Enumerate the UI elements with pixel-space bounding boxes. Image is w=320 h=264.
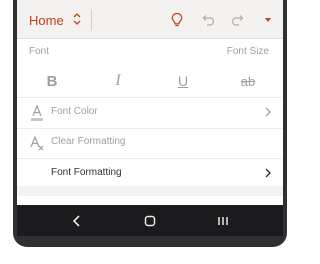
chevron-right-icon bbox=[263, 105, 273, 119]
ribbon-divider bbox=[91, 9, 92, 31]
strikethrough-glyph: ab bbox=[240, 73, 256, 89]
ribbon-tab-label: Home bbox=[29, 12, 64, 28]
font-formatting-label: Font Formatting bbox=[51, 167, 122, 178]
recent-apps-icon[interactable] bbox=[213, 211, 233, 231]
underline-button[interactable]: U bbox=[171, 70, 195, 92]
clear-formatting-icon bbox=[29, 134, 47, 157]
italic-button[interactable]: I bbox=[106, 70, 130, 92]
font-size-label[interactable]: Font Size bbox=[227, 46, 269, 57]
italic-glyph: I bbox=[115, 72, 121, 89]
clear-formatting-row[interactable]: Clear Formatting bbox=[17, 128, 283, 159]
strikethrough-button[interactable]: ab bbox=[236, 70, 260, 92]
chevron-updown-icon bbox=[72, 12, 82, 29]
ribbon-tab-selector[interactable]: Home bbox=[29, 11, 82, 29]
dropdown-triangle-icon[interactable] bbox=[258, 10, 278, 30]
font-color-label: Font Color bbox=[51, 106, 98, 117]
chevron-right-icon bbox=[263, 166, 273, 180]
font-color-row[interactable]: Font Color bbox=[17, 97, 283, 129]
bold-button[interactable]: B bbox=[40, 70, 64, 92]
bold-glyph: B bbox=[46, 72, 58, 90]
font-section-title: Font bbox=[29, 46, 50, 57]
underline-glyph: U bbox=[177, 73, 189, 89]
clear-formatting-label: Clear Formatting bbox=[51, 136, 126, 147]
lightbulb-icon[interactable] bbox=[167, 10, 187, 30]
section-divider bbox=[17, 186, 283, 196]
system-navigation-bar bbox=[17, 205, 283, 236]
app-screen: Home Font Font Size B I U ab Font Color … bbox=[17, 0, 283, 236]
undo-icon[interactable] bbox=[198, 10, 218, 30]
next-section-peek bbox=[17, 196, 283, 204]
redo-icon[interactable] bbox=[228, 10, 248, 30]
font-formatting-row[interactable]: Font Formatting bbox=[17, 159, 283, 189]
home-icon[interactable] bbox=[140, 211, 160, 231]
back-icon[interactable] bbox=[67, 211, 87, 231]
font-color-icon bbox=[29, 104, 45, 127]
ribbon-toolbar: Home bbox=[17, 0, 283, 39]
